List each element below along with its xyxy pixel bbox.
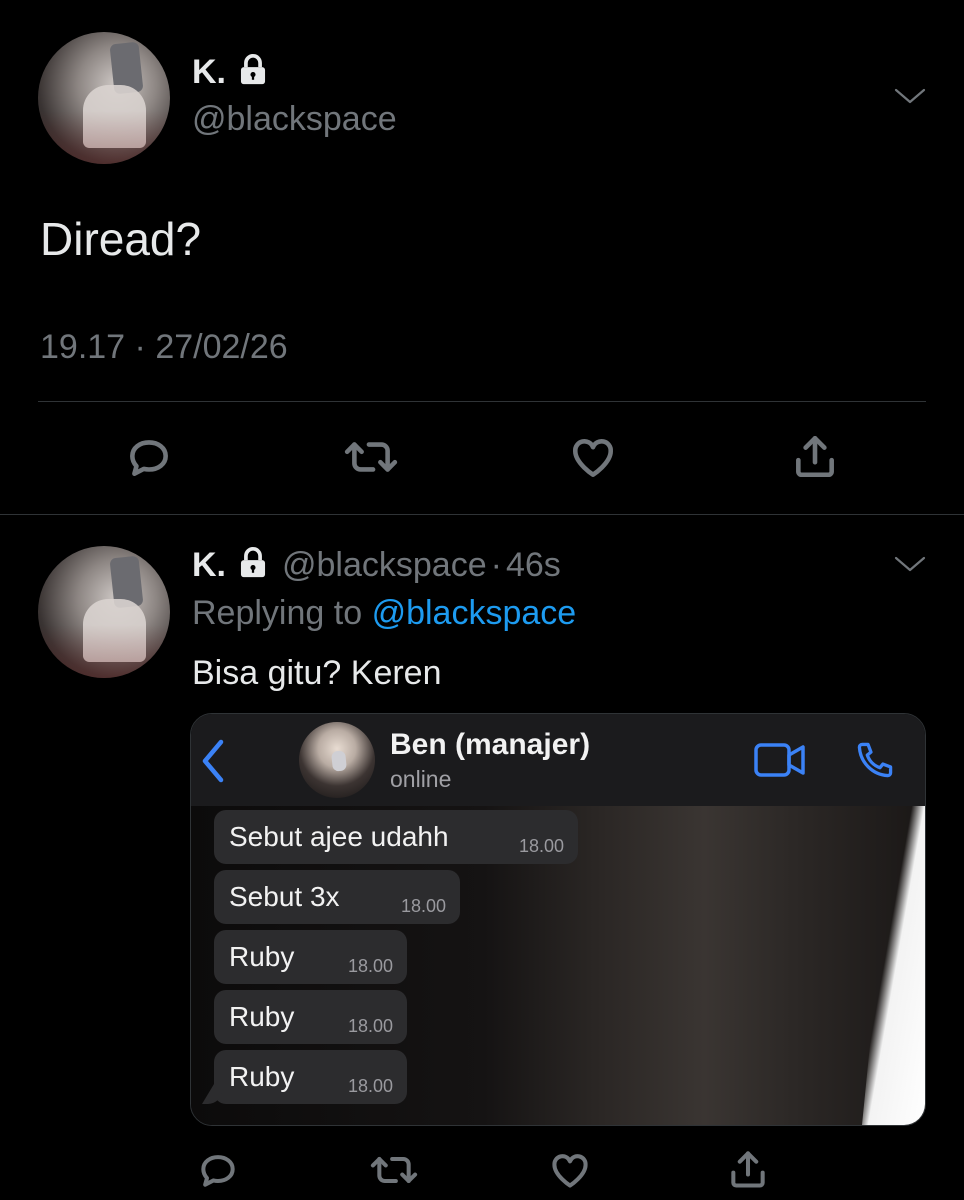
like-icon[interactable] <box>568 432 618 487</box>
chat-body: Sebut ajee udahh 18.00 Sebut 3x 18.00 Ru… <box>191 806 925 1125</box>
divider <box>38 401 926 402</box>
chat-message-time: 18.00 <box>518 835 564 856</box>
video-call-icon <box>753 740 807 785</box>
chevron-down-icon[interactable] <box>892 84 928 113</box>
reply-tweet-text: Bisa gitu? Keren <box>192 654 442 692</box>
timestamp-separator: · <box>134 328 146 366</box>
chat-message: Sebut ajee udahh 18.00 <box>214 810 578 864</box>
like-icon[interactable] <box>548 1148 592 1197</box>
reply-icon[interactable] <box>124 432 174 487</box>
chat-header: Ben (manajer) online <box>191 714 925 807</box>
chat-contact-avatar <box>299 722 375 798</box>
chat-message: Ruby 18.00 <box>214 990 407 1044</box>
main-tweet-text: Diread? <box>40 213 202 265</box>
reply-tweet-display-name[interactable]: K. <box>192 546 226 585</box>
chat-message-text: Sebut ajee udahh <box>229 821 449 852</box>
reply-tweet-avatar[interactable] <box>38 546 170 678</box>
main-tweet-display-name: K. <box>192 52 226 91</box>
retweet-icon[interactable] <box>344 432 398 487</box>
chat-message-time: 18.00 <box>347 955 393 976</box>
retweet-icon[interactable] <box>370 1148 418 1197</box>
main-tweet-handle[interactable]: @blackspace <box>192 100 397 139</box>
phone-call-icon <box>853 738 897 787</box>
reply-tweet-handle[interactable]: @blackspace <box>282 546 487 585</box>
chat-contact-status: online <box>390 766 452 792</box>
reply-tweet-age: 46s <box>505 545 561 584</box>
replying-to: Replying to @blackspace <box>192 594 576 633</box>
chat-message: Sebut 3x 18.00 <box>214 870 460 924</box>
chat-message-text: Ruby <box>229 1001 295 1032</box>
back-chevron-icon <box>199 738 229 789</box>
section-divider <box>0 514 964 515</box>
chat-message-text: Ruby <box>229 941 295 972</box>
lock-icon <box>236 53 270 92</box>
main-tweet-avatar[interactable] <box>38 32 170 164</box>
reply-icon[interactable] <box>196 1148 240 1197</box>
main-tweet-user[interactable]: K. <box>192 52 270 92</box>
reply-tweet-separator: · <box>490 545 502 584</box>
share-icon[interactable] <box>790 430 840 487</box>
share-icon[interactable] <box>726 1146 770 1197</box>
chevron-down-icon[interactable] <box>892 552 928 581</box>
tweet-media-image[interactable]: Ben (manajer) online Sebut ajee udahh 18… <box>190 713 926 1126</box>
chat-message: Ruby 18.00 <box>214 1050 407 1104</box>
replying-to-prefix: Replying to <box>192 594 363 632</box>
chat-message-text: Sebut 3x <box>229 881 340 912</box>
main-tweet-timestamp: 19.17 · 27/02/26 <box>40 328 288 367</box>
lock-icon <box>236 546 270 585</box>
reply-tweet-header: K. @blackspace · 46s <box>192 544 561 586</box>
chat-message-time: 18.00 <box>347 1075 393 1096</box>
chat-message-time: 18.00 <box>400 895 446 916</box>
chat-message-text: Ruby <box>229 1061 295 1092</box>
chat-message-time: 18.00 <box>347 1015 393 1036</box>
chat-message: Ruby 18.00 <box>214 930 407 984</box>
chat-contact-name: Ben (manajer) <box>390 728 591 761</box>
main-tweet-time: 19.17 <box>40 328 126 366</box>
main-tweet-date: 27/02/26 <box>155 328 288 366</box>
replying-to-handle[interactable]: @blackspace <box>372 594 577 632</box>
